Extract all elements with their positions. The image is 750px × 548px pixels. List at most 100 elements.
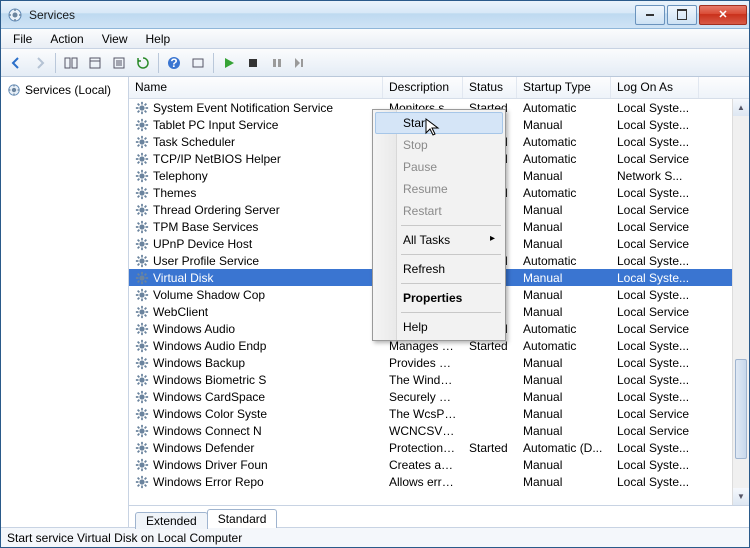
service-description: Protection a... [383, 441, 463, 455]
service-log-on-as: Local Syste... [611, 475, 699, 489]
service-name: WebClient [153, 305, 208, 319]
service-row[interactable]: Windows Error RepoAllows error...ManualL… [129, 473, 749, 490]
gear-icon [135, 135, 149, 149]
service-startup-type: Manual [517, 118, 611, 132]
gear-icon [135, 203, 149, 217]
service-startup-type: Automatic [517, 254, 611, 268]
service-log-on-as: Local Service [611, 424, 699, 438]
service-startup-type: Automatic [517, 322, 611, 336]
list-pane: Name Description Status Startup Type Log… [129, 77, 749, 527]
service-startup-type: Manual [517, 169, 611, 183]
gear-icon [135, 475, 149, 489]
menubar: File Action View Help [1, 29, 749, 49]
service-row[interactable]: Windows Driver FounCreates and...ManualL… [129, 456, 749, 473]
service-row[interactable]: Windows CardSpaceSecurely en...ManualLoc… [129, 388, 749, 405]
scroll-down-button[interactable]: ▼ [733, 488, 749, 505]
context-refresh[interactable]: Refresh [375, 258, 503, 280]
service-startup-type: Manual [517, 373, 611, 387]
pause-service-button[interactable] [266, 52, 288, 74]
close-button[interactable] [699, 5, 747, 25]
service-log-on-as: Local Service [611, 152, 699, 166]
gear-icon [135, 220, 149, 234]
vertical-scrollbar[interactable]: ▲ ▼ [732, 99, 749, 505]
service-startup-type: Automatic [517, 135, 611, 149]
context-properties[interactable]: Properties [375, 287, 503, 309]
context-help[interactable]: Help [375, 316, 503, 338]
service-startup-type: Manual [517, 237, 611, 251]
service-startup-type: Manual [517, 271, 611, 285]
column-description[interactable]: Description [383, 77, 463, 98]
tree-root-label: Services (Local) [25, 83, 111, 97]
export-list-button[interactable] [108, 52, 130, 74]
tab-standard[interactable]: Standard [207, 509, 278, 528]
service-log-on-as: Local Syste... [611, 373, 699, 387]
properties-toolbar-button[interactable] [84, 52, 106, 74]
service-name: User Profile Service [153, 254, 259, 268]
context-restart: Restart [375, 200, 503, 222]
tab-extended[interactable]: Extended [135, 512, 208, 529]
column-status[interactable]: Status [463, 77, 517, 98]
service-name: System Event Notification Service [153, 101, 333, 115]
service-startup-type: Manual [517, 288, 611, 302]
column-log-on-as[interactable]: Log On As [611, 77, 699, 98]
menu-action[interactable]: Action [42, 30, 91, 48]
maximize-button[interactable] [667, 5, 697, 25]
context-all-tasks[interactable]: All Tasks [375, 229, 503, 251]
menu-file[interactable]: File [5, 30, 40, 48]
service-row[interactable]: Windows BackupProvides Wi...ManualLocal … [129, 354, 749, 371]
gear-icon [135, 424, 149, 438]
gear-icon [135, 407, 149, 421]
service-log-on-as: Local Syste... [611, 458, 699, 472]
restart-service-button[interactable] [290, 52, 312, 74]
menu-view[interactable]: View [94, 30, 136, 48]
service-startup-type: Automatic [517, 101, 611, 115]
service-name: Themes [153, 186, 196, 200]
gear-icon [135, 305, 149, 319]
scroll-thumb[interactable] [735, 359, 747, 459]
service-log-on-as: Local Syste... [611, 135, 699, 149]
service-description: The WcsPlu... [383, 407, 463, 421]
show-hide-tree-button[interactable] [60, 52, 82, 74]
scroll-up-button[interactable]: ▲ [733, 99, 749, 116]
service-name: UPnP Device Host [153, 237, 252, 251]
service-row[interactable]: Windows DefenderProtection a...StartedAu… [129, 439, 749, 456]
service-log-on-as: Local Syste... [611, 101, 699, 115]
service-log-on-as: Local Syste... [611, 390, 699, 404]
service-row[interactable]: Windows Connect NWCNCSVC ...ManualLocal … [129, 422, 749, 439]
gear-icon [135, 254, 149, 268]
start-service-button[interactable] [218, 52, 240, 74]
gear-icon [135, 390, 149, 404]
tree-root-services-local[interactable]: Services (Local) [3, 81, 126, 99]
service-row[interactable]: Windows Biometric SThe Windo...ManualLoc… [129, 371, 749, 388]
context-stop: Stop [375, 134, 503, 156]
gear-icon [135, 441, 149, 455]
back-button[interactable] [5, 52, 27, 74]
tab-footer: Extended Standard [129, 505, 749, 527]
service-name: Task Scheduler [153, 135, 235, 149]
help-button[interactable]: ? [163, 52, 185, 74]
service-log-on-as: Local Syste... [611, 441, 699, 455]
service-name: Windows Audio Endp [153, 339, 266, 353]
service-name: Windows CardSpace [153, 390, 265, 404]
column-name[interactable]: Name [129, 77, 383, 98]
service-description: Securely en... [383, 390, 463, 404]
refresh-button[interactable] [132, 52, 154, 74]
context-menu: Start Stop Pause Resume Restart All Task… [372, 109, 506, 341]
forward-button[interactable] [29, 52, 51, 74]
stop-service-button[interactable] [242, 52, 264, 74]
menu-help[interactable]: Help [138, 30, 179, 48]
context-start[interactable]: Start [375, 112, 503, 134]
toolbar-extra-button[interactable] [187, 52, 209, 74]
service-log-on-as: Network S... [611, 169, 699, 183]
service-log-on-as: Local Syste... [611, 288, 699, 302]
service-rows: System Event Notification ServiceMonitor… [129, 99, 749, 505]
service-row[interactable]: Windows Color SysteThe WcsPlu...ManualLo… [129, 405, 749, 422]
column-startup-type[interactable]: Startup Type [517, 77, 611, 98]
tree-pane: Services (Local) [1, 77, 129, 527]
service-startup-type: Automatic [517, 152, 611, 166]
minimize-button[interactable] [635, 5, 665, 25]
service-startup-type: Manual [517, 356, 611, 370]
service-log-on-as: Local Service [611, 322, 699, 336]
service-name: Windows Audio [153, 322, 235, 336]
gear-icon [135, 322, 149, 336]
